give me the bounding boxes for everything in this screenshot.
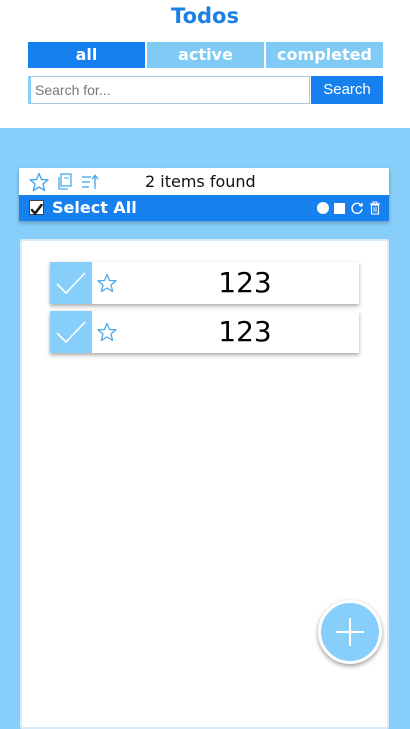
check-icon	[30, 203, 43, 216]
refresh-icon[interactable]	[350, 201, 364, 215]
todo-title[interactable]: 123	[140, 315, 350, 348]
todo-complete-toggle[interactable]	[50, 262, 92, 304]
items-found-count: 2 items found	[145, 172, 256, 191]
app-title: Todos	[171, 4, 239, 28]
tab-completed[interactable]: completed	[266, 42, 383, 68]
toolbar-top: 2 items found	[19, 168, 389, 195]
square-icon[interactable]	[334, 202, 345, 214]
copy-icon[interactable]	[55, 172, 75, 192]
toolbar-bottom: Select All	[19, 195, 389, 221]
tab-all[interactable]: all	[28, 42, 145, 68]
plus-icon	[336, 618, 364, 646]
filter-tabs: all active completed	[28, 42, 383, 68]
add-todo-button[interactable]	[318, 600, 382, 664]
toolbar: 2 items found Select All	[19, 168, 389, 221]
select-all-label: Select All	[52, 198, 137, 217]
select-all-checkbox[interactable]	[29, 200, 44, 216]
todo-item[interactable]: 123	[50, 262, 359, 304]
star-icon[interactable]	[97, 273, 117, 293]
check-icon	[56, 272, 86, 295]
header: Todos all active completed Search	[0, 0, 410, 128]
sort-icon[interactable]	[80, 172, 100, 192]
search-button[interactable]: Search	[311, 76, 383, 104]
star-icon[interactable]	[29, 172, 49, 192]
check-icon	[56, 321, 86, 344]
bulk-actions	[317, 201, 381, 215]
todo-item[interactable]: 123	[50, 311, 359, 353]
search-input[interactable]	[28, 76, 310, 104]
circle-icon[interactable]	[317, 202, 329, 214]
todo-complete-toggle[interactable]	[50, 311, 92, 353]
tab-active[interactable]: active	[147, 42, 264, 68]
search-row: Search	[28, 76, 383, 104]
trash-icon[interactable]	[369, 201, 381, 215]
todo-title[interactable]: 123	[140, 266, 350, 299]
star-icon[interactable]	[97, 322, 117, 342]
